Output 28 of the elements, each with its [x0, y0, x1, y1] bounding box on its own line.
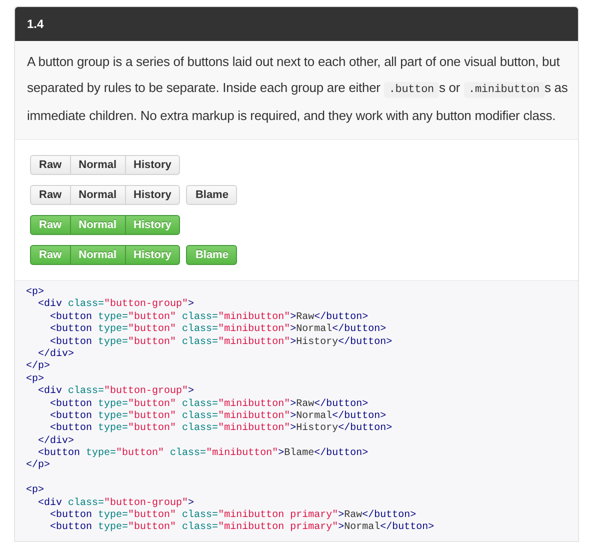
code-line: <button type="button" class="minibutton">History</button> [49, 423, 394, 436]
code-line: <button type="button" class="minibutton">Raw</button> [49, 312, 370, 324]
mini-button[interactable]: Raw [30, 155, 71, 175]
code-line: </div> [37, 436, 76, 448]
code-line: <div class="button-group"> [37, 498, 196, 510]
code-line: <button type="button" class="minibutton">Raw</button> [49, 398, 370, 410]
code-line: <button type="button" class="minibutton primary">Normal</button> [49, 522, 436, 535]
mini-button[interactable]: Normal [70, 155, 126, 175]
mini-button[interactable]: Blame [186, 185, 238, 205]
code-line: <button type="button" class="minibutton">Normal</button> [49, 410, 388, 422]
description-paragraph: A button group is a series of buttons laid out next to each other, all part of one visual button, but separated by rules to be separate. Inside each group are either .button s or .minibutton s as immediate children. No extra markup is required, and they work with any button modifier class. [15, 41, 578, 140]
code-line: <button type="button" class="minibutton primary">Raw</button> [49, 510, 418, 522]
mini-button[interactable]: Raw [30, 185, 71, 205]
code-line: <p> [26, 485, 46, 498]
code-line: </div> [37, 348, 76, 360]
code-line: <div class="button-group"> [37, 386, 196, 398]
code-line: </p> [26, 361, 52, 374]
code-line: </p> [26, 460, 52, 473]
code-line: <p> [26, 287, 46, 298]
code-line: <div class="button-group"> [37, 299, 196, 312]
mini-button[interactable]: Normal [70, 185, 126, 205]
code-line: <button type="button" class="minibutton">Blame</button> [37, 448, 370, 460]
mini-button[interactable]: History [124, 185, 180, 205]
code-line: <button type="button" class="minibutton">History</button> [49, 336, 394, 348]
section-title: 1.4 [15, 7, 578, 41]
code-line: <button type="button" class="minibutton">Normal</button> [49, 324, 388, 336]
mini-button[interactable]: History [124, 155, 180, 175]
code-line: <p> [26, 374, 46, 386]
